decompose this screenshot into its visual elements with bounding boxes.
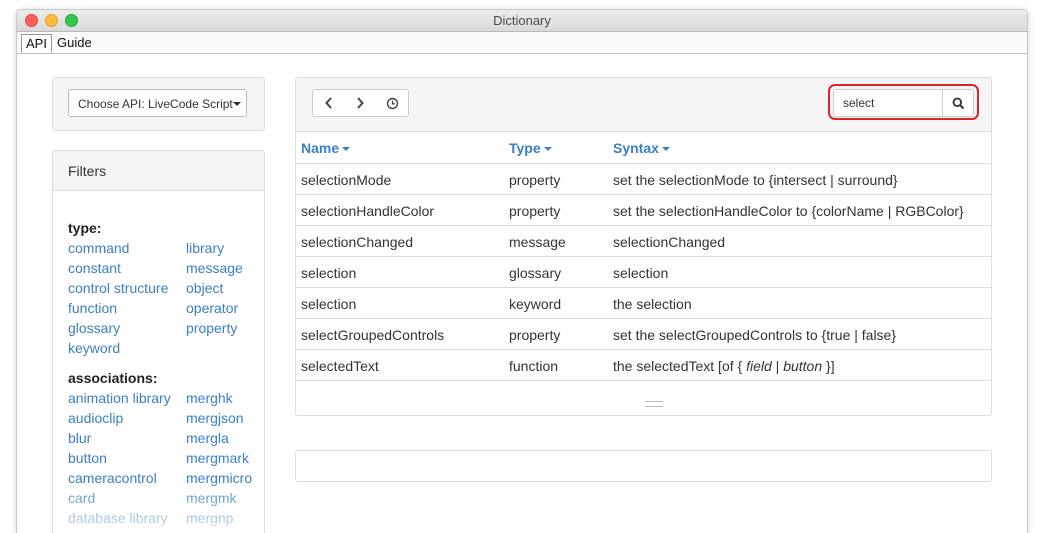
filter-link[interactable]: function <box>68 300 117 316</box>
table-row[interactable]: selection keyword the selection <box>296 287 991 319</box>
entry-name: selectedText <box>301 358 379 374</box>
forward-button[interactable] <box>344 89 377 117</box>
entry-name: selection <box>301 265 357 281</box>
table-row[interactable]: selectionMode property set the selection… <box>296 163 991 195</box>
scroll-fade <box>53 481 264 533</box>
filter-link[interactable]: button <box>68 450 107 466</box>
filter-link[interactable]: property <box>186 320 237 336</box>
table-row[interactable]: selectGroupedControls property set the s… <box>296 318 991 350</box>
dictionary-window: Dictionary API Guide Choose API: LiveCod… <box>16 9 1028 533</box>
search-input[interactable] <box>833 89 943 117</box>
toolbar <box>296 78 991 132</box>
table-row[interactable]: selection glossary selection <box>296 256 991 288</box>
syntax-column-header[interactable]: Syntax <box>613 140 670 156</box>
api-select-label: Choose API: LiveCode Script <box>78 97 233 111</box>
entry-syntax: selectionChanged <box>613 234 726 250</box>
entry-type: property <box>509 172 561 188</box>
window-title: Dictionary <box>493 13 551 28</box>
entry-syntax: selection <box>613 265 669 281</box>
filter-link[interactable]: command <box>68 240 129 256</box>
filter-link[interactable]: mergla <box>186 430 229 446</box>
filters-heading: Filters <box>53 151 264 191</box>
type-section-title: type: <box>68 220 102 236</box>
sort-caret-icon <box>342 147 351 152</box>
filter-link[interactable]: object <box>186 280 223 296</box>
filter-link[interactable]: animation library <box>68 390 171 406</box>
table-row[interactable]: selectionChanged message selectionChange… <box>296 225 991 257</box>
filter-link[interactable]: control structure <box>68 280 168 296</box>
type-column-header[interactable]: Type <box>509 140 552 156</box>
entry-name: selectionHandleColor <box>301 203 435 219</box>
entry-name: selectGroupedControls <box>301 327 445 343</box>
entries-panel: Name Type Syntax selectionMode property … <box>295 77 992 416</box>
filter-link[interactable]: keyword <box>68 340 120 356</box>
entry-type: property <box>509 203 561 219</box>
history-button[interactable] <box>376 89 409 117</box>
filters-panel: Filters type: command library constant mess… <box>52 150 265 533</box>
entry-syntax: the selection <box>613 296 692 312</box>
entry-name: selectionMode <box>301 172 392 188</box>
table-header: Name Type Syntax <box>296 132 991 163</box>
entry-syntax: set the selectGroupedControls to {true |… <box>613 327 897 343</box>
content-area: Choose API: LiveCode Script Filters type… <box>17 54 1027 533</box>
api-select[interactable]: Choose API: LiveCode Script <box>68 89 247 117</box>
filter-link[interactable]: audioclip <box>68 410 123 426</box>
tab-strip: API Guide <box>17 32 1027 54</box>
name-column-header[interactable]: Name <box>301 140 351 156</box>
title-bar: Dictionary <box>17 10 1027 32</box>
entry-type: property <box>509 327 561 343</box>
entry-syntax: the selectedText [of { field | button }] <box>613 358 835 374</box>
filter-link[interactable]: glossary <box>68 320 120 336</box>
filter-link[interactable]: constant <box>68 260 121 276</box>
table-footer <box>296 380 991 415</box>
entry-name: selection <box>301 296 357 312</box>
clock-icon <box>386 97 398 109</box>
entry-type: function <box>509 358 559 374</box>
filter-link[interactable]: message <box>186 260 243 276</box>
entry-name: selectionChanged <box>301 234 414 250</box>
chevron-left-icon <box>324 97 332 109</box>
sort-caret-icon <box>543 147 552 152</box>
filter-link[interactable]: mergjson <box>186 410 244 426</box>
entry-syntax: set the selectionHandleColor to {colorNa… <box>613 203 964 219</box>
table-row[interactable]: selectedText function the selectedText [… <box>296 349 991 381</box>
search-highlight <box>828 84 979 120</box>
associations-section-title: associations: <box>68 370 158 386</box>
resize-grip-icon[interactable] <box>645 401 663 407</box>
entry-type: glossary <box>509 265 562 281</box>
chevron-right-icon <box>357 97 364 109</box>
entry-detail-panel <box>295 450 992 482</box>
filter-link[interactable]: blur <box>68 430 91 446</box>
filter-link[interactable]: merghk <box>186 390 233 406</box>
tab-guide[interactable]: Guide <box>53 34 96 51</box>
entry-type: keyword <box>509 296 562 312</box>
entry-type: message <box>509 234 566 250</box>
caret-down-icon <box>233 102 241 106</box>
filter-link[interactable]: operator <box>186 300 238 316</box>
api-chooser-panel: Choose API: LiveCode Script <box>52 77 265 131</box>
tab-api[interactable]: API <box>21 34 52 53</box>
search-button[interactable] <box>942 89 974 117</box>
back-button[interactable] <box>312 89 345 117</box>
sort-caret-icon <box>661 147 670 152</box>
filter-link[interactable]: mergmark <box>186 450 249 466</box>
filter-link[interactable]: library <box>186 240 224 256</box>
search-icon <box>952 97 964 109</box>
entry-syntax: set the selectionMode to {intersect | su… <box>613 172 898 188</box>
table-row[interactable]: selectionHandleColor property set the se… <box>296 194 991 226</box>
